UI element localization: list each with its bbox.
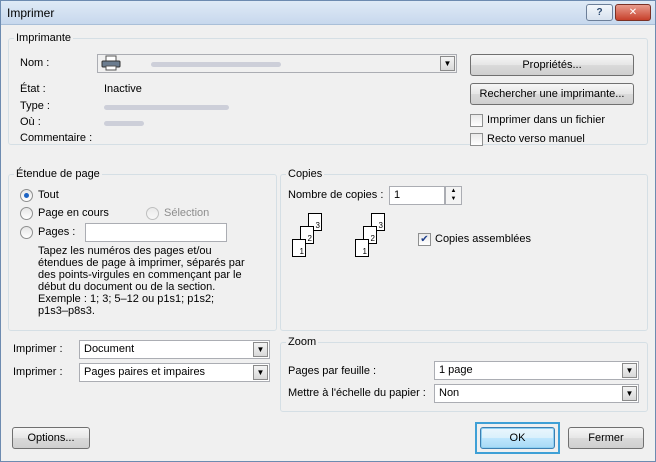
pages-per-sheet-select[interactable]: 1 page ▼ (434, 361, 639, 380)
printer-comment-label: Commentaire : (20, 132, 93, 144)
page-range-group-label: Étendue de page (14, 168, 102, 180)
ok-button[interactable]: OK (480, 427, 555, 449)
print-to-file-checkbox[interactable] (470, 114, 483, 127)
find-printer-button[interactable]: Rechercher une imprimante... (470, 83, 634, 105)
printer-name-select[interactable]: ▼ (97, 54, 457, 73)
print-what-value: Document (84, 343, 135, 355)
chevron-down-icon[interactable]: ▼ (622, 386, 637, 401)
chevron-down-icon[interactable]: ▼ (622, 363, 637, 378)
printer-name-label: Nom : (20, 57, 50, 69)
pages-per-sheet-value: 1 page (439, 364, 473, 376)
range-pages-label[interactable]: Pages : (38, 226, 75, 239)
pages-per-sheet-label: Pages par feuille : (288, 365, 377, 377)
pages-help-line-4: début du document ou de la section. (38, 281, 216, 293)
page-icon: 1 (292, 239, 306, 257)
range-selection-radio[interactable] (146, 207, 159, 220)
manual-duplex-checkbox[interactable] (470, 133, 483, 146)
copies-group-label: Copies (286, 168, 325, 180)
window-title: Imprimer (7, 6, 55, 20)
copies-count-input[interactable]: 1 (389, 186, 445, 205)
collate-checkbox[interactable]: ✔ (418, 233, 431, 246)
range-pages-radio[interactable] (20, 226, 33, 239)
range-all-label[interactable]: Tout (38, 189, 59, 202)
pages-help-line-6: p1s3–p8s3. (38, 305, 95, 317)
scale-to-paper-label: Mettre à l'échelle du papier : (288, 387, 426, 399)
zoom-group-label: Zoom (286, 336, 319, 348)
collate-label[interactable]: Copies assemblées (435, 233, 531, 246)
copies-spinner[interactable]: ▲ ▼ (445, 186, 462, 205)
close-button[interactable]: Fermer (568, 427, 644, 449)
pages-help-line-3: des points-virgules en commençant par le (38, 269, 242, 281)
pages-help-line-2: étendues de page à imprimer, séparés par (38, 257, 245, 269)
range-all-radio[interactable] (20, 189, 33, 202)
spin-up-icon[interactable]: ▲ (446, 187, 461, 195)
pages-input[interactable] (85, 223, 227, 242)
scale-to-paper-select[interactable]: Non ▼ (434, 384, 639, 403)
printer-type-redacted (104, 105, 229, 110)
printer-where-redacted (104, 121, 144, 126)
properties-button[interactable]: Propriétés... (470, 54, 634, 76)
chevron-down-icon[interactable]: ▼ (253, 342, 268, 357)
chevron-down-icon[interactable]: ▼ (253, 365, 268, 380)
page-icon: 1 (355, 239, 369, 257)
pages-help-line-5: Exemple : 1; 3; 5–12 ou p1s1; p1s2; (38, 293, 215, 305)
range-current-page-radio[interactable] (20, 207, 33, 220)
manual-duplex-label[interactable]: Recto verso manuel (487, 133, 585, 146)
print-dialog: Imprimer ? ✕ Imprimante Nom : ▼ État : I… (0, 0, 656, 462)
options-button[interactable]: Options... (12, 427, 90, 449)
printer-group-label: Imprimante (14, 32, 74, 44)
chevron-down-icon[interactable]: ▼ (440, 56, 455, 71)
print-which-label: Imprimer : (13, 366, 63, 378)
print-what-select[interactable]: Document ▼ (79, 340, 270, 359)
range-selection-label[interactable]: Sélection (164, 207, 209, 220)
printer-where-label: Où : (20, 116, 41, 128)
scale-to-paper-value: Non (439, 387, 460, 399)
copies-count-label: Nombre de copies : (288, 189, 384, 201)
pages-help-line-1: Tapez les numéros des pages et/ou (38, 245, 212, 257)
close-window-button[interactable]: ✕ (615, 4, 651, 21)
print-which-select[interactable]: Pages paires et impaires ▼ (79, 363, 270, 382)
print-which-value: Pages paires et impaires (84, 366, 206, 378)
print-what-label: Imprimer : (13, 343, 63, 355)
print-to-file-label[interactable]: Imprimer dans un fichier (487, 114, 605, 127)
spin-down-icon[interactable]: ▼ (446, 195, 461, 203)
title-bar: Imprimer ? ✕ (1, 1, 655, 25)
help-button[interactable]: ? (586, 4, 613, 21)
printer-type-label: Type : (20, 100, 50, 112)
range-current-page-label[interactable]: Page en cours (38, 207, 109, 220)
printer-status-value: Inactive (104, 83, 142, 95)
copies-count-value: 1 (394, 189, 401, 201)
printer-status-label: État : (20, 83, 46, 95)
